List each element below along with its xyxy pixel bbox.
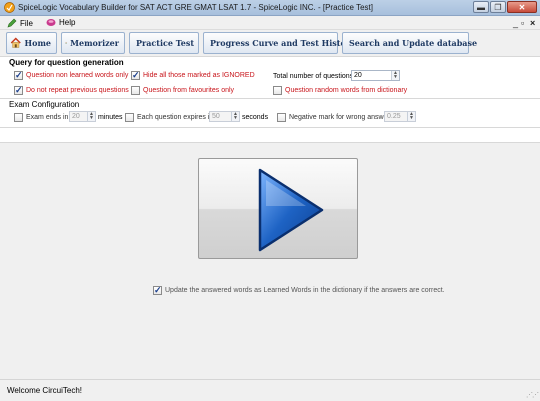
home-label: Home	[24, 38, 51, 48]
menu-bar: File Help _ ▫ ×	[0, 16, 540, 30]
checkbox-unchecked-icon	[14, 113, 23, 122]
menu-help[interactable]: Help	[46, 18, 75, 27]
total-questions-label: Total number of questions	[273, 73, 354, 80]
exam-divider	[0, 127, 540, 128]
query-divider	[0, 98, 540, 99]
question-expires-value: 50	[212, 113, 220, 120]
checkbox-unchecked-icon	[125, 113, 134, 122]
random-words-checkbox[interactable]: Question random words from dictionary	[273, 86, 407, 95]
hide-ignored-label: Hide all those marked as IGNORED	[143, 72, 255, 79]
random-words-label: Question random words from dictionary	[285, 87, 408, 94]
minutes-label: minutes	[98, 114, 123, 121]
negative-mark-value: 0.25	[387, 113, 401, 120]
total-questions-value: 20	[354, 72, 362, 79]
title-bar: SpiceLogic Vocabulary Builder for SAT AC…	[0, 0, 540, 16]
exam-ends-checkbox[interactable]: Exam ends in	[14, 113, 68, 122]
pencil-icon	[7, 18, 17, 28]
question-expires-input[interactable]: 50 ▲ ▼	[209, 111, 240, 122]
student-icon	[65, 42, 67, 44]
home-button[interactable]: Home	[6, 32, 57, 54]
no-repeat-label: Do not repeat previous questions	[26, 87, 129, 94]
no-repeat-checkbox[interactable]: Do not repeat previous questions	[14, 85, 129, 96]
question-expires-spinner[interactable]: ▲ ▼	[231, 112, 239, 121]
toolbar: Home Memorizer Practice Test Progress Cu…	[0, 30, 540, 56]
restore-icon[interactable]: ❐	[490, 1, 506, 13]
mdi-minimize-icon[interactable]: _	[513, 18, 518, 28]
help-icon	[46, 19, 56, 26]
checkbox-unchecked-icon	[277, 113, 286, 122]
exam-ends-input[interactable]: 20 ▲ ▼	[69, 111, 96, 122]
progress-history-label: Progress Curve and Test History	[210, 38, 355, 48]
close-icon[interactable]: ✕	[507, 1, 537, 13]
play-icon	[258, 168, 324, 252]
window-controls: ▬ ❐ ✕	[472, 1, 537, 13]
status-bar: Welcome CircuiTech! ⋰⋰	[0, 379, 540, 401]
question-expires-label: Each question expires in	[137, 114, 214, 121]
non-learned-checkbox[interactable]: Question non learned words only	[14, 70, 129, 81]
non-learned-label: Question non learned words only	[26, 72, 129, 79]
favourites-checkbox[interactable]: Question from favourites only	[131, 86, 234, 95]
checkbox-unchecked-icon	[131, 86, 140, 95]
exam-ends-value: 20	[72, 113, 80, 120]
mdi-restore-icon[interactable]: ▫	[521, 18, 524, 28]
memorizer-label: Memorizer	[70, 38, 119, 48]
seconds-label: seconds	[242, 114, 269, 121]
exam-ends-label: Exam ends in	[26, 114, 69, 121]
minimize-icon[interactable]: ▬	[473, 1, 489, 13]
exam-ends-spinner[interactable]: ▲ ▼	[87, 112, 95, 121]
practice-test-label: Practice Test	[136, 38, 195, 48]
checkbox-checked-icon	[131, 70, 140, 81]
menu-help-label: Help	[59, 18, 76, 27]
negative-mark-input[interactable]: 0.25 ▲ ▼	[384, 111, 416, 122]
exam-config-title: Exam Configuration	[9, 100, 80, 109]
total-questions-spinner[interactable]: ▲ ▼	[391, 71, 399, 80]
window-title: SpiceLogic Vocabulary Builder for SAT AC…	[18, 3, 373, 12]
checkbox-checked-icon	[153, 285, 162, 296]
update-learned-label: Update the answered words as Learned Wor…	[165, 287, 445, 294]
negative-mark-label: Negative mark for wrong answer:	[289, 114, 392, 121]
progress-history-button[interactable]: Progress Curve and Test History	[203, 32, 355, 54]
search-update-button[interactable]: Search and Update database	[342, 32, 477, 54]
query-section-title: Query for question generation	[9, 58, 124, 67]
hide-ignored-checkbox[interactable]: Hide all those marked as IGNORED	[131, 70, 255, 81]
resize-grip-icon[interactable]: ⋰⋰	[526, 391, 539, 399]
update-learned-checkbox[interactable]: Update the answered words as Learned Wor…	[153, 285, 445, 296]
favourites-label: Question from favourites only	[143, 87, 235, 94]
app-icon	[4, 2, 15, 13]
negative-mark-checkbox[interactable]: Negative mark for wrong answer:	[277, 113, 392, 122]
status-message: Welcome CircuiTech!	[7, 386, 82, 395]
checkbox-checked-icon	[14, 85, 23, 96]
memorizer-button[interactable]: Memorizer	[61, 32, 125, 54]
menu-file-label: File	[20, 18, 33, 28]
checkbox-checked-icon	[14, 70, 23, 81]
total-questions-input[interactable]: 20 ▲ ▼	[351, 70, 400, 81]
practice-test-button[interactable]: Practice Test	[129, 32, 199, 54]
home-icon	[10, 37, 21, 48]
question-expires-checkbox[interactable]: Each question expires in	[125, 113, 213, 122]
search-update-label: Search and Update database	[349, 38, 478, 48]
toolbar-divider	[0, 56, 540, 57]
negative-mark-spinner[interactable]: ▲ ▼	[407, 112, 415, 121]
mdi-close-icon[interactable]: ×	[530, 18, 535, 28]
menu-file[interactable]: File	[7, 18, 33, 28]
start-test-button[interactable]	[198, 158, 358, 259]
checkbox-unchecked-icon	[273, 86, 282, 95]
